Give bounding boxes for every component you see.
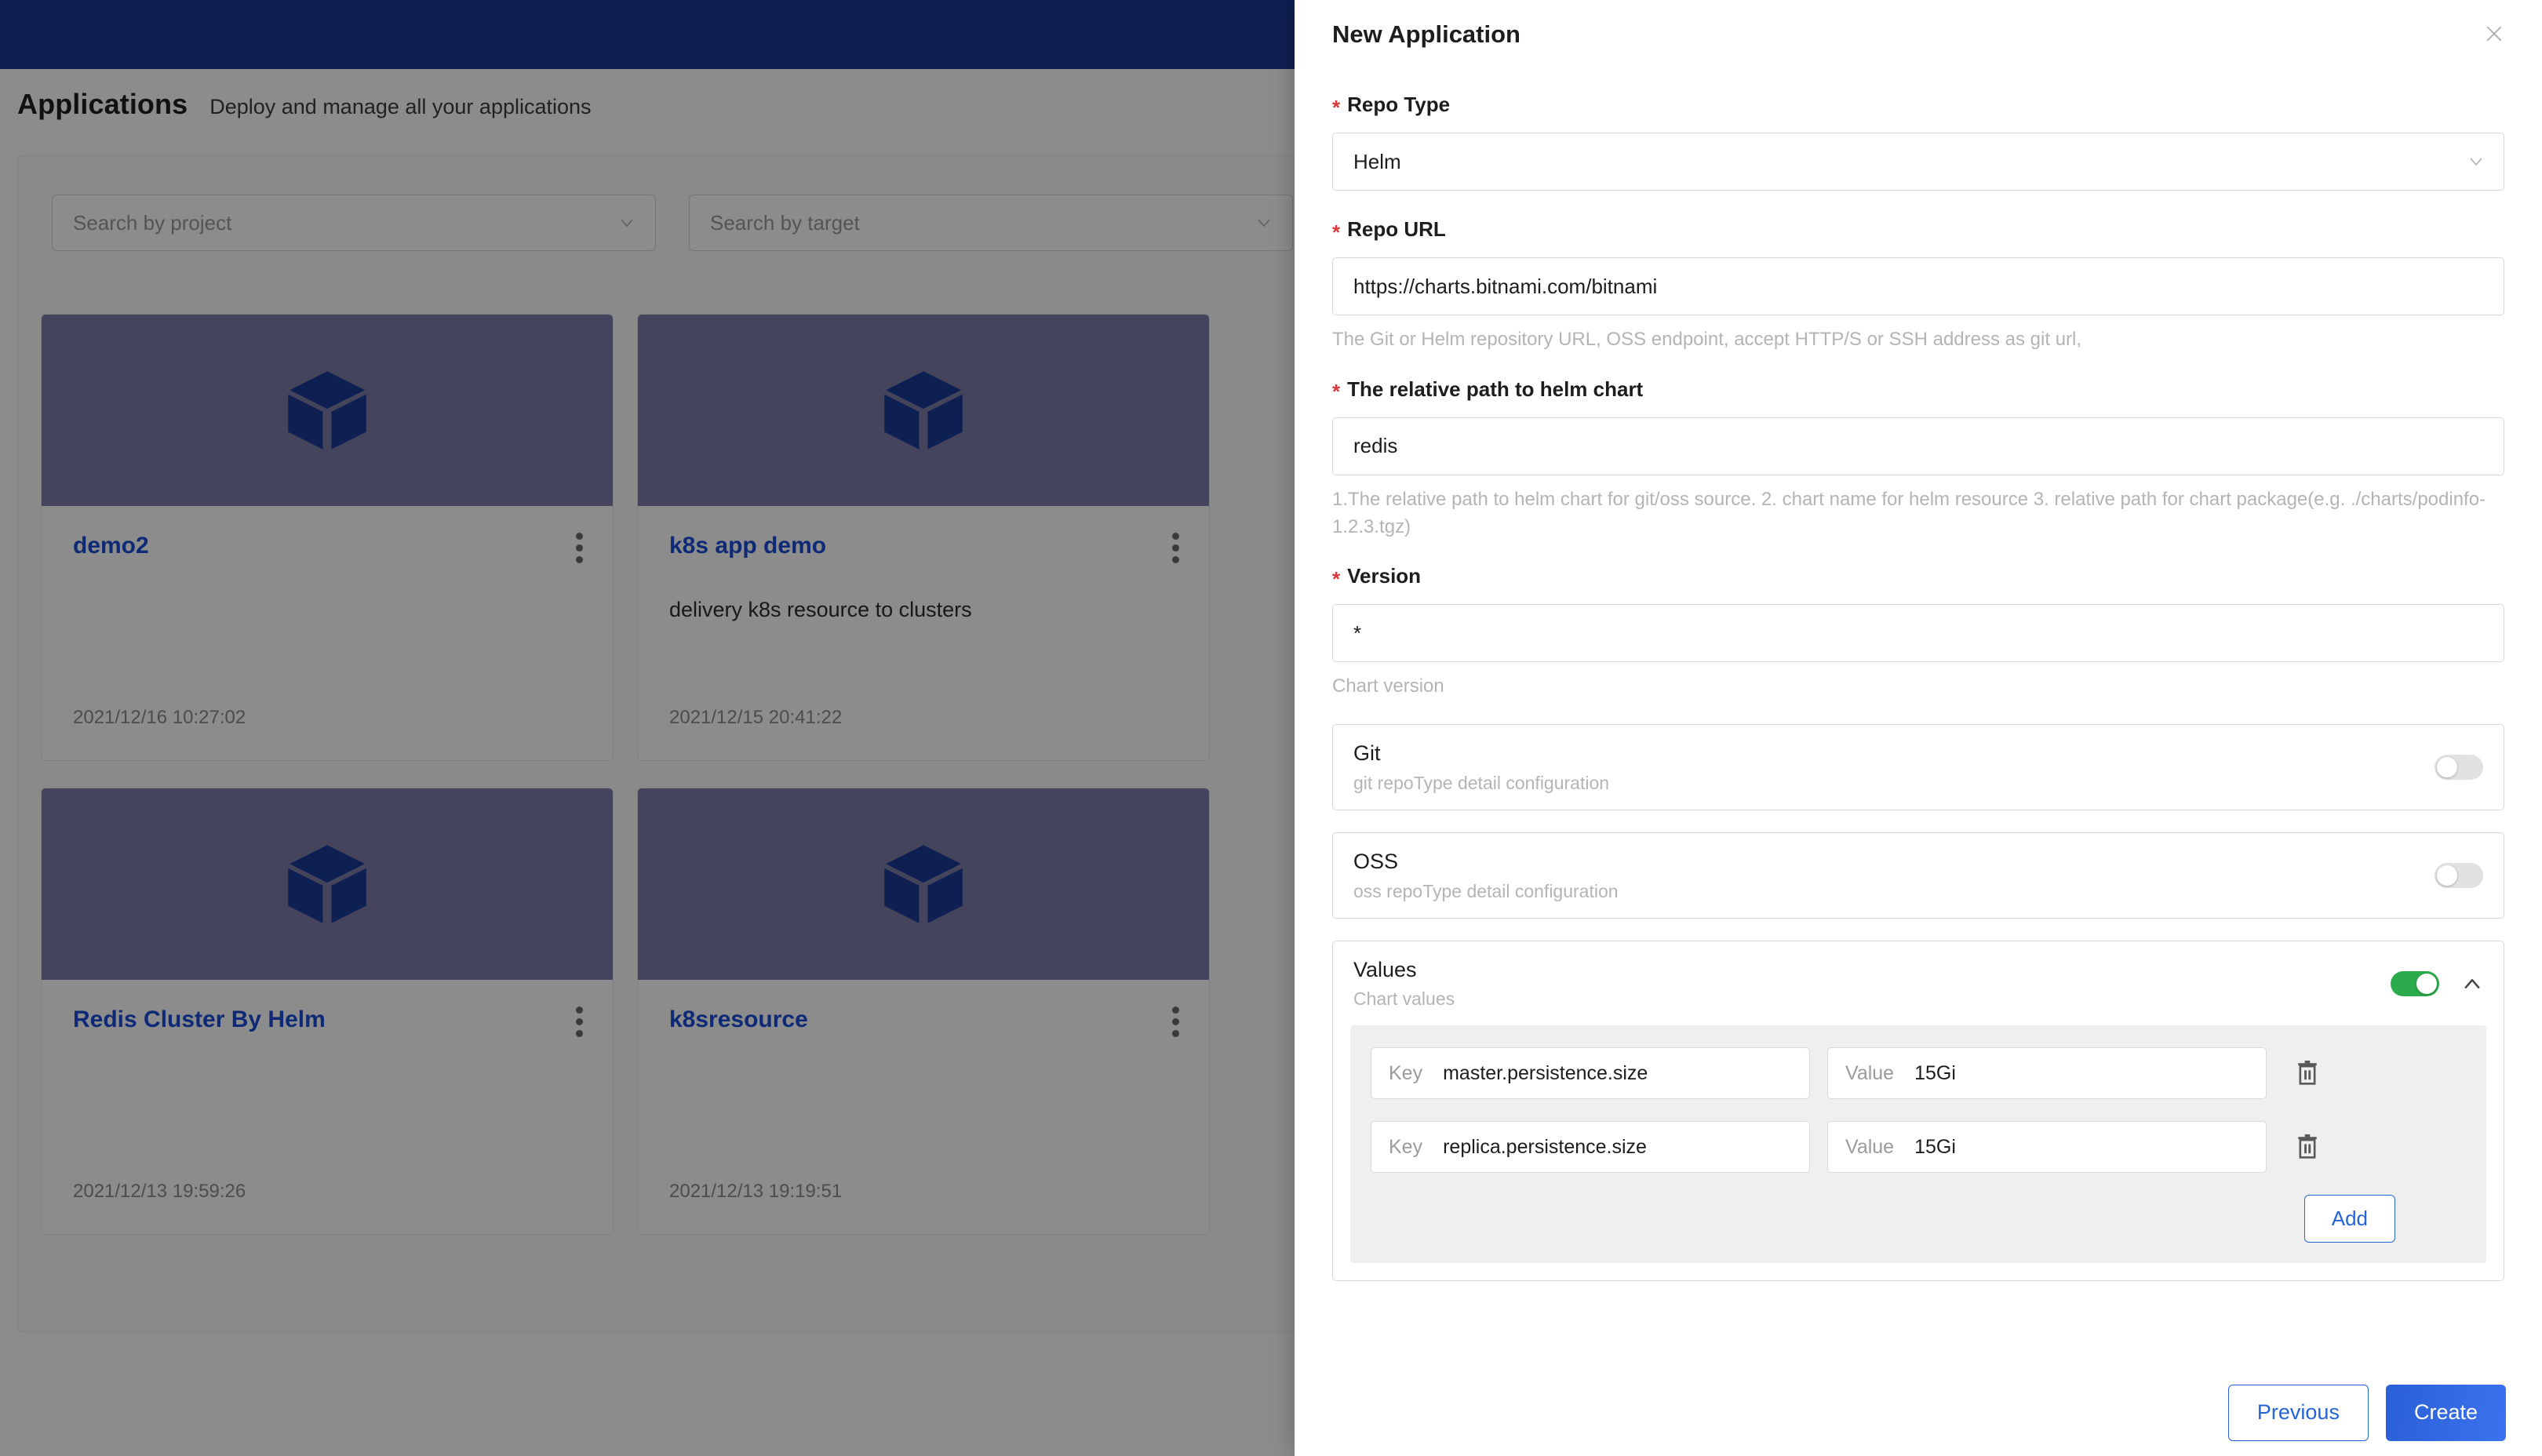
helm-chart-path-label: * The relative path to helm chart bbox=[1332, 377, 2504, 402]
value-key-input[interactable]: Key replica.persistence.size bbox=[1371, 1121, 1810, 1174]
value-key-input[interactable]: Key master.persistence.size bbox=[1371, 1047, 1810, 1100]
value-prefix-label: Value bbox=[1845, 1135, 1895, 1158]
required-asterisk: * bbox=[1332, 380, 1341, 404]
drawer-header: New Application bbox=[1295, 0, 2542, 69]
repo-url-help: The Git or Helm repository URL, OSS endp… bbox=[1332, 329, 2082, 350]
repo-type-value: Helm bbox=[1353, 149, 1401, 173]
value-input-value: 15Gi bbox=[1914, 1061, 1956, 1084]
version-help: Chart version bbox=[1332, 675, 1444, 697]
drawer-title: New Application bbox=[1332, 20, 1520, 48]
chevron-up-icon[interactable] bbox=[2461, 973, 2483, 995]
value-value-input[interactable]: Value 15Gi bbox=[1827, 1047, 2267, 1100]
section-git-texts: Git git repoType detail configuration bbox=[1353, 741, 2435, 794]
section-oss-header: OSS oss repoType detail configuration bbox=[1333, 833, 2504, 918]
section-oss: OSS oss repoType detail configuration bbox=[1332, 832, 2504, 919]
section-values-title: Values bbox=[1353, 957, 1417, 981]
values-row: Key replica.persistence.size Value 15Gi bbox=[1371, 1121, 2466, 1174]
key-input-value: replica.persistence.size bbox=[1443, 1135, 1647, 1158]
toggle-knob bbox=[2437, 757, 2457, 778]
repo-url-label: * Repo URL bbox=[1332, 217, 2504, 242]
values-add-row: Add bbox=[1371, 1195, 2466, 1243]
section-git-subtitle: git repoType detail configuration bbox=[1353, 772, 1610, 793]
version-label: * Version bbox=[1332, 564, 2504, 591]
field-version: * Version * Chart version bbox=[1332, 564, 2504, 701]
repo-type-select[interactable]: Helm bbox=[1332, 133, 2504, 191]
field-repo-type: * Repo Type Helm bbox=[1332, 93, 2504, 191]
repo-type-label-text: Repo Type bbox=[1347, 93, 1451, 116]
required-asterisk: * bbox=[1332, 220, 1341, 244]
section-git-header: Git git repoType detail configuration bbox=[1333, 725, 2504, 810]
helm-chart-path-label-text: The relative path to helm chart bbox=[1347, 377, 1644, 401]
section-oss-subtitle: oss repoType detail configuration bbox=[1353, 880, 1619, 901]
repo-url-input[interactable]: https://charts.bitnami.com/bitnami bbox=[1332, 257, 2504, 315]
values-row: Key master.persistence.size Value 15Gi bbox=[1371, 1047, 2466, 1100]
close-icon[interactable] bbox=[2482, 22, 2506, 46]
required-asterisk: * bbox=[1332, 95, 1341, 119]
values-toggle[interactable] bbox=[2391, 970, 2439, 996]
repo-url-label-text: Repo URL bbox=[1347, 217, 1446, 241]
field-repo-url: * Repo URL https://charts.bitnami.com/bi… bbox=[1332, 217, 2504, 354]
value-value-input[interactable]: Value 15Gi bbox=[1827, 1121, 2267, 1174]
section-values-header: Values Chart values bbox=[1333, 941, 2504, 1026]
git-toggle[interactable] bbox=[2435, 755, 2483, 781]
section-oss-texts: OSS oss repoType detail configuration bbox=[1353, 849, 2435, 902]
repo-type-label: * Repo Type bbox=[1332, 93, 2504, 119]
section-oss-title: OSS bbox=[1353, 849, 1399, 873]
version-value: * bbox=[1353, 621, 1362, 645]
section-git-title: Git bbox=[1353, 741, 1381, 766]
drawer-body: * Repo Type Helm * Repo URL https://char… bbox=[1295, 69, 2542, 1368]
version-label-text: Version bbox=[1347, 564, 1422, 588]
key-prefix-label: Key bbox=[1389, 1061, 1423, 1084]
trash-icon[interactable] bbox=[2295, 1059, 2322, 1087]
section-values: Values Chart values Key master.persisten… bbox=[1332, 940, 2504, 1282]
previous-button[interactable]: Previous bbox=[2227, 1384, 2369, 1441]
field-helm-chart-path: * The relative path to helm chart redis … bbox=[1332, 377, 2504, 541]
helm-chart-path-help: 1.The relative path to helm chart for gi… bbox=[1332, 488, 2486, 537]
value-input-value: 15Gi bbox=[1914, 1135, 1956, 1158]
version-input[interactable]: * bbox=[1332, 604, 2504, 663]
repo-url-value: https://charts.bitnami.com/bitnami bbox=[1353, 274, 1658, 298]
oss-toggle[interactable] bbox=[2435, 862, 2483, 888]
create-button[interactable]: Create bbox=[2385, 1384, 2506, 1441]
helm-chart-path-value: redis bbox=[1353, 434, 1398, 458]
value-prefix-label: Value bbox=[1845, 1061, 1895, 1084]
add-value-button[interactable]: Add bbox=[2303, 1195, 2395, 1243]
section-git: Git git repoType detail configuration bbox=[1332, 724, 2504, 810]
toggle-knob bbox=[2416, 973, 2437, 994]
section-values-subtitle: Chart values bbox=[1353, 988, 1455, 1010]
key-prefix-label: Key bbox=[1389, 1135, 1423, 1158]
drawer-footer: Previous Create bbox=[1295, 1368, 2542, 1456]
chevron-down-icon bbox=[2467, 153, 2485, 170]
key-input-value: master.persistence.size bbox=[1443, 1061, 1648, 1084]
helm-chart-path-input[interactable]: redis bbox=[1332, 417, 2504, 475]
required-asterisk: * bbox=[1332, 566, 1341, 591]
toggle-knob bbox=[2437, 864, 2457, 886]
values-key-value-panel: Key master.persistence.size Value 15Gi K… bbox=[1350, 1025, 2486, 1264]
new-application-drawer: New Application * Repo Type Helm * Repo bbox=[1295, 0, 2542, 1456]
section-values-texts: Values Chart values bbox=[1353, 957, 2391, 1010]
trash-icon[interactable] bbox=[2295, 1133, 2322, 1161]
